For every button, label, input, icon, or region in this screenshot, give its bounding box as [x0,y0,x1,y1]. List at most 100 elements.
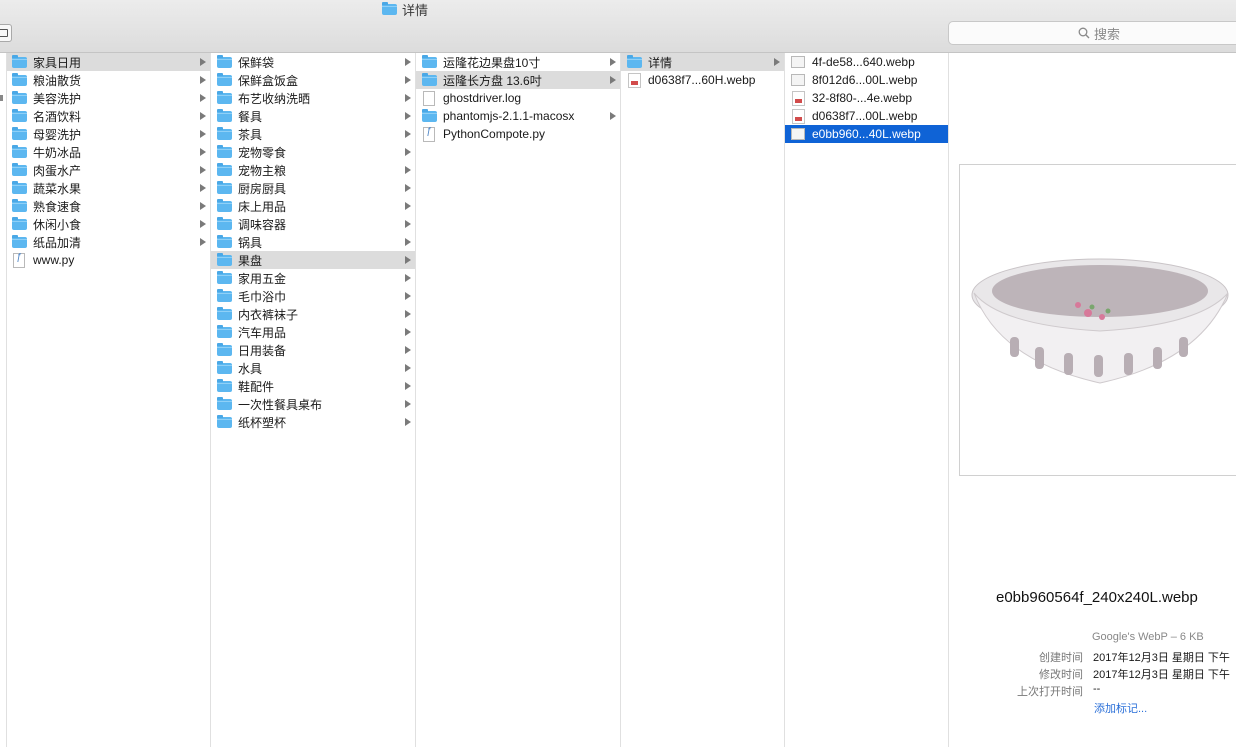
list-item[interactable]: 调味容器 [211,215,415,233]
disclosure-arrow-icon [405,184,411,192]
column-4[interactable]: 4f-de58...640.webp 8f012d6...00L.webp 32-8… [785,53,949,747]
list-item-label: 布艺收纳洗晒 [238,91,311,106]
add-tags-link[interactable]: 添加标记... [1094,700,1147,716]
folder-icon [216,72,232,87]
list-item[interactable]: 牛奶冰品 [7,143,210,161]
folder-icon [11,90,27,105]
list-item[interactable]: 水具 [211,359,415,377]
folder-icon-shape [216,414,232,428]
folder-icon [11,144,27,159]
python-file-icon-shape [423,126,435,142]
disclosure-arrow-icon [200,58,206,66]
folder-icon [382,1,397,15]
list-item[interactable]: d0638f7...00L.webp [785,107,948,125]
folder-icon [216,252,232,267]
list-item[interactable]: 肉蛋水产 [7,161,210,179]
list-item[interactable]: 内衣裤袜子 [211,305,415,323]
folder-icon-shape [216,90,232,104]
list-item[interactable]: 运隆长方盘 13.6吋 [416,71,620,89]
column-0[interactable]: 家具日用 粮油散货 美容洗护 名酒饮料母婴洗护 牛奶冰品 肉蛋水产 蔬菜水果 熟食速食 休闲小食… [7,53,211,747]
list-item[interactable]: 休闲小食 [7,215,210,233]
disclosure-arrow-icon [610,112,616,120]
list-item[interactable]: 厨房厨具 [211,179,415,197]
folder-icon [216,378,232,393]
list-item-label: 纸杯塑杯 [238,415,287,430]
list-item[interactable]: 运隆花边果盘10寸 [416,53,620,71]
list-item[interactable]: 果盘 [211,251,415,269]
list-item-label: e0bb960...40L.webp [812,127,921,141]
preview-kind: Google's WebP – 6 KB [1092,631,1204,643]
image-file-icon [790,108,806,124]
list-item[interactable]: ghostdriver.log [416,89,620,107]
folder-icon-shape [11,108,27,122]
list-item[interactable]: 宠物零食 [211,143,415,161]
list-item[interactable]: phantomjs-2.1.1-macosx [416,107,620,125]
list-item[interactable]: 保鲜盒饭盒 [211,71,415,89]
list-item[interactable]: 熟食速食 [7,197,210,215]
disclosure-arrow-icon [405,274,411,282]
list-item[interactable]: 粮油散货 [7,71,210,89]
image-plain-icon [790,74,806,87]
list-item[interactable]: 4f-de58...640.webp [785,53,948,71]
list-item-label: 宠物主粮 [238,163,287,178]
list-item-label: 家具日用 [33,55,82,70]
list-item-label: 母婴洗护 [33,127,82,142]
list-item[interactable]: 鞋配件 [211,377,415,395]
list-item[interactable]: 毛巾浴巾 [211,287,415,305]
list-item[interactable]: 茶具 [211,125,415,143]
disclosure-arrow-icon [405,310,411,318]
list-item[interactable]: 详情 [621,53,784,71]
list-item[interactable]: 汽车用品 [211,323,415,341]
column-1[interactable]: 保鲜袋保鲜盒饭盒布艺收纳洗晒 餐具茶具 宠物零食宠物主粮厨房厨具 床上用品调味容器 锅具… [211,53,416,747]
disclosure-arrow-icon [200,148,206,156]
list-item[interactable]: 名酒饮料 [7,107,210,125]
list-item[interactable]: 8f012d6...00L.webp [785,71,948,89]
fruit-bowl-image [971,258,1229,384]
folder-icon [11,126,27,141]
document-icon [421,90,437,106]
list-item[interactable]: 餐具 [211,107,415,125]
list-item-label: 家用五金 [238,271,287,286]
list-item[interactable]: 宠物主粮 [211,161,415,179]
list-item[interactable]: 日用装备 [211,341,415,359]
list-item[interactable]: 32-8f80-...4e.webp [785,89,948,107]
search-input[interactable]: 搜索 [948,21,1236,45]
list-item[interactable]: 家用五金 [211,269,415,287]
list-item-label: 茶具 [238,127,263,142]
list-item-label: 鞋配件 [238,379,275,394]
list-item-label: 保鲜盒饭盒 [238,73,299,88]
list-item[interactable]: 蔬菜水果 [7,179,210,197]
disclosure-arrow-icon [200,94,206,102]
list-item[interactable]: PythonCompote.py [416,125,620,143]
disclosure-arrow-icon [405,238,411,246]
disclosure-arrow-icon [405,202,411,210]
list-item-label: 调味容器 [238,217,287,232]
list-item-label: 厨房厨具 [238,181,287,196]
folder-icon-shape [11,198,27,212]
list-item[interactable]: 纸品加清 [7,233,210,251]
list-item[interactable]: 美容洗护 [7,89,210,107]
column-3[interactable]: 详情 d0638f7...60H.webp [621,53,785,747]
list-item-label: 纸品加清 [33,235,82,250]
folder-icon-shape [626,54,642,68]
folder-icon [421,72,437,87]
image-plain-icon-shape [791,56,805,68]
list-item[interactable]: 布艺收纳洗晒 [211,89,415,107]
folder-icon [216,270,232,285]
disclosure-arrow-icon [774,58,780,66]
list-item[interactable]: 母婴洗护 [7,125,210,143]
folder-icon [216,360,232,375]
list-item[interactable]: 一次性餐具桌布 [211,395,415,413]
list-item[interactable]: 床上用品 [211,197,415,215]
list-item[interactable]: 保鲜袋 [211,53,415,71]
folder-icon-shape [11,234,27,248]
folder-icon [216,216,232,231]
list-item[interactable]: 纸杯塑杯 [211,413,415,431]
column-2[interactable]: 运隆花边果盘10寸 运隆长方盘 13.6吋 ghostdriver.log phant… [416,53,621,747]
list-item[interactable]: d0638f7...60H.webp [621,71,784,89]
list-item[interactable]: 家具日用 [7,53,210,71]
view-toggle-button[interactable] [0,24,12,42]
list-item[interactable]: 锅具 [211,233,415,251]
list-item[interactable]: e0bb960...40L.webp [785,125,948,143]
list-item[interactable]: www.py [7,251,210,269]
